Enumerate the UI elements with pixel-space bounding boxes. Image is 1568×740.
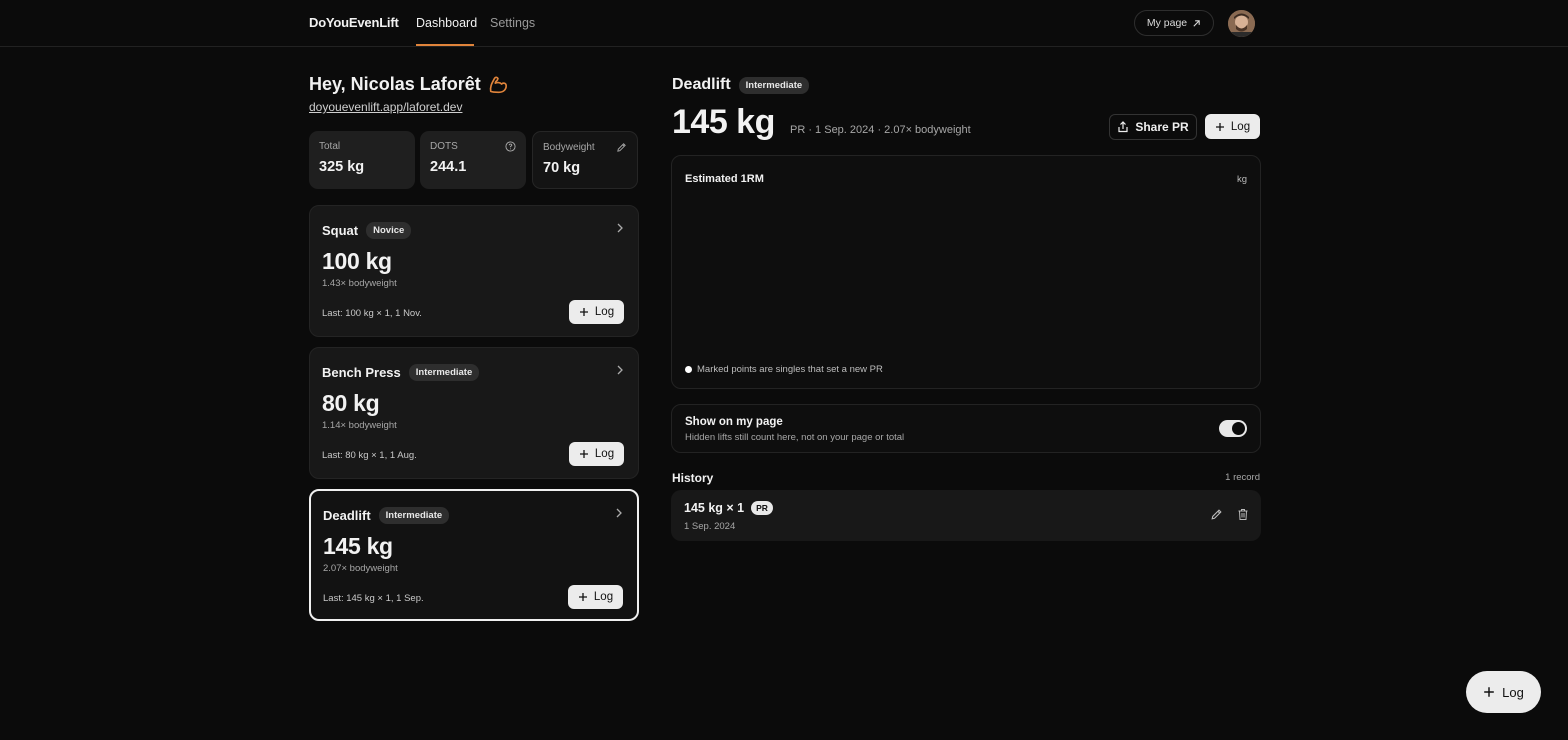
- stat-dots-value: 244.1: [430, 159, 467, 175]
- show-on-page-toggle[interactable]: [1219, 420, 1247, 437]
- plus-icon: [579, 450, 588, 458]
- chart-unit: kg: [1236, 174, 1247, 185]
- log-button-label: Log: [594, 306, 615, 318]
- detail-log-button[interactable]: Log: [1205, 114, 1260, 139]
- floating-log-button[interactable]: Log: [1466, 671, 1541, 713]
- history-heading: History: [672, 471, 714, 485]
- lift-weight: 80 kg: [322, 390, 380, 416]
- lift-name: Bench Press Intermediate: [322, 364, 480, 381]
- level-badge: Intermediate: [408, 364, 480, 381]
- chevron-right-icon[interactable]: [615, 508, 623, 518]
- stat-bodyweight: Bodyweight 70 kg: [532, 131, 638, 189]
- pr-badge: PR: [751, 501, 773, 515]
- share-pr-button[interactable]: Share PR: [1109, 114, 1197, 140]
- my-page-button[interactable]: My page: [1134, 10, 1214, 36]
- log-button-label: Log: [594, 448, 615, 460]
- history-entry-date: 1 Sep. 2024: [684, 521, 736, 532]
- level-badge: Novice: [366, 222, 412, 239]
- tab-settings[interactable]: Settings: [490, 16, 535, 30]
- plus-icon: [1484, 687, 1494, 697]
- pencil-icon[interactable]: [616, 142, 627, 153]
- share-pr-label: Share PR: [1135, 120, 1189, 134]
- stat-bodyweight-value: 70 kg: [543, 160, 581, 176]
- profile-url-link[interactable]: doyouevenlift.app/laforet.dev: [309, 100, 462, 114]
- stat-total-label: Total: [319, 141, 341, 152]
- toggle-description: Hidden lifts still count here, not on yo…: [685, 432, 905, 443]
- lift-bodyweight-ratio: 1.43× bodyweight: [322, 278, 397, 289]
- chart-title: Estimated 1RM: [685, 173, 764, 185]
- tab-dashboard[interactable]: Dashboard: [416, 16, 477, 30]
- toggle-title: Show on my page: [685, 416, 783, 428]
- lift-title: Squat: [322, 223, 359, 238]
- chevron-right-icon[interactable]: [616, 365, 624, 375]
- history-entry-value: 145 kg × 1: [684, 501, 745, 515]
- history-entry: 145 kg × 1 PR: [684, 501, 773, 515]
- level-badge: Intermediate: [738, 76, 810, 94]
- log-button[interactable]: Log: [569, 300, 624, 324]
- stat-total: Total 325 kg: [309, 131, 415, 189]
- greeting-text: Hey, Nicolas Laforêt: [309, 74, 481, 94]
- lift-name: Squat Novice: [322, 222, 412, 239]
- lift-name: Deadlift Intermediate: [323, 507, 450, 524]
- lift-last-entry: Last: 145 kg × 1, 1 Sep.: [323, 593, 424, 604]
- stat-total-value: 325 kg: [319, 159, 365, 175]
- level-badge: Intermediate: [378, 507, 450, 524]
- my-page-label: My page: [1146, 17, 1188, 29]
- external-arrow-icon: [1193, 19, 1200, 27]
- chart-legend-text: Marked points are singles that set a new…: [697, 364, 883, 375]
- lift-card-bench-press[interactable]: Bench Press Intermediate 80 kg 1.14× bod…: [309, 347, 639, 479]
- stat-bodyweight-label: Bodyweight: [543, 142, 595, 153]
- top-nav: DoYouEvenLift Dashboard Settings My page: [0, 0, 1568, 47]
- help-circle-icon[interactable]: [505, 141, 516, 152]
- lift-card-deadlift[interactable]: Deadlift Intermediate 145 kg 2.07× bodyw…: [309, 489, 639, 621]
- lift-title: Deadlift: [323, 508, 371, 523]
- trash-icon[interactable]: [1237, 508, 1249, 521]
- share-icon: [1118, 121, 1128, 133]
- stat-dots-label: DOTS: [430, 141, 458, 152]
- toggle-knob: [1232, 422, 1245, 435]
- detail-lift-name: Deadlift: [672, 76, 731, 93]
- lift-title: Bench Press: [322, 365, 401, 380]
- estimated-1rm-chart: Estimated 1RM kg Marked points are singl…: [671, 155, 1261, 389]
- detail-title: Deadlift Intermediate: [672, 76, 810, 94]
- lift-weight: 100 kg: [322, 248, 392, 274]
- log-button[interactable]: Log: [568, 585, 623, 609]
- lift-weight: 145 kg: [323, 533, 393, 559]
- greeting-heading: Hey, Nicolas Laforêt: [309, 74, 509, 95]
- detail-pr-weight: 145 kg: [672, 103, 775, 141]
- show-on-page-setting: Show on my page Hidden lifts still count…: [671, 404, 1261, 453]
- lift-last-entry: Last: 100 kg × 1, 1 Nov.: [322, 308, 422, 319]
- detail-pr-meta: PR · 1 Sep. 2024 · 2.07× bodyweight: [790, 124, 971, 136]
- history-count: 1 record: [1225, 472, 1260, 483]
- plus-icon: [1215, 122, 1224, 131]
- pencil-icon[interactable]: [1210, 508, 1223, 521]
- lift-bodyweight-ratio: 1.14× bodyweight: [322, 420, 397, 431]
- history-row: 145 kg × 1 PR 1 Sep. 2024: [671, 490, 1261, 541]
- stat-dots: DOTS 244.1: [420, 131, 526, 189]
- floating-log-label: Log: [1502, 684, 1524, 700]
- chevron-right-icon[interactable]: [616, 223, 624, 233]
- chart-legend: Marked points are singles that set a new…: [685, 364, 883, 375]
- avatar[interactable]: [1228, 10, 1255, 37]
- detail-log-label: Log: [1230, 120, 1251, 133]
- lift-card-squat[interactable]: Squat Novice 100 kg 1.43× bodyweight Las…: [309, 205, 639, 337]
- plus-icon: [579, 308, 588, 316]
- lift-bodyweight-ratio: 2.07× bodyweight: [323, 563, 398, 574]
- pr-dot-icon: [685, 366, 692, 373]
- flexed-bicep-icon: [489, 75, 507, 93]
- log-button-label: Log: [593, 591, 614, 603]
- log-button[interactable]: Log: [569, 442, 624, 466]
- brand-logo[interactable]: DoYouEvenLift: [309, 15, 399, 30]
- plus-icon: [578, 593, 587, 601]
- lift-last-entry: Last: 80 kg × 1, 1 Aug.: [322, 450, 417, 461]
- active-tab-indicator: [416, 44, 474, 46]
